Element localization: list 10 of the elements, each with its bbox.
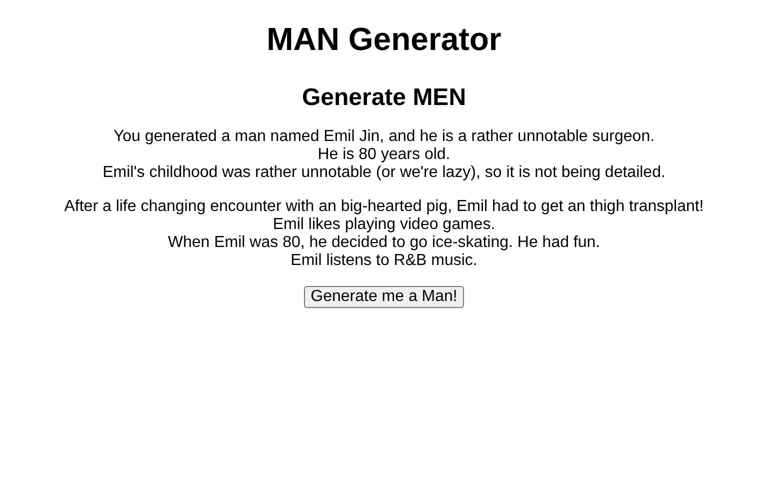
generate-button[interactable]: Generate me a Man!: [304, 286, 464, 308]
story-line: Emil's childhood was rather unnotable (or we're lazy), so it is not being detailed.: [102, 164, 666, 182]
story-line: Emil likes playing video games.: [272, 216, 496, 234]
page-title: MAN Generator: [266, 21, 502, 58]
story-line: After a life changing encounter with an big-hearted pig, Emil had to get an thigh transplant!: [63, 198, 705, 216]
page-subtitle: Generate MEN: [300, 84, 468, 112]
story-line: You generated a man named Emil Jin, and he is a rather unnotable surgeon.: [112, 128, 656, 146]
story-line: He is 80 years old.: [316, 146, 452, 164]
story-line: When Emil was 80, he decided to go ice-skating. He had fun.: [166, 234, 602, 252]
story-line: Emil listens to R&B music.: [290, 252, 478, 270]
